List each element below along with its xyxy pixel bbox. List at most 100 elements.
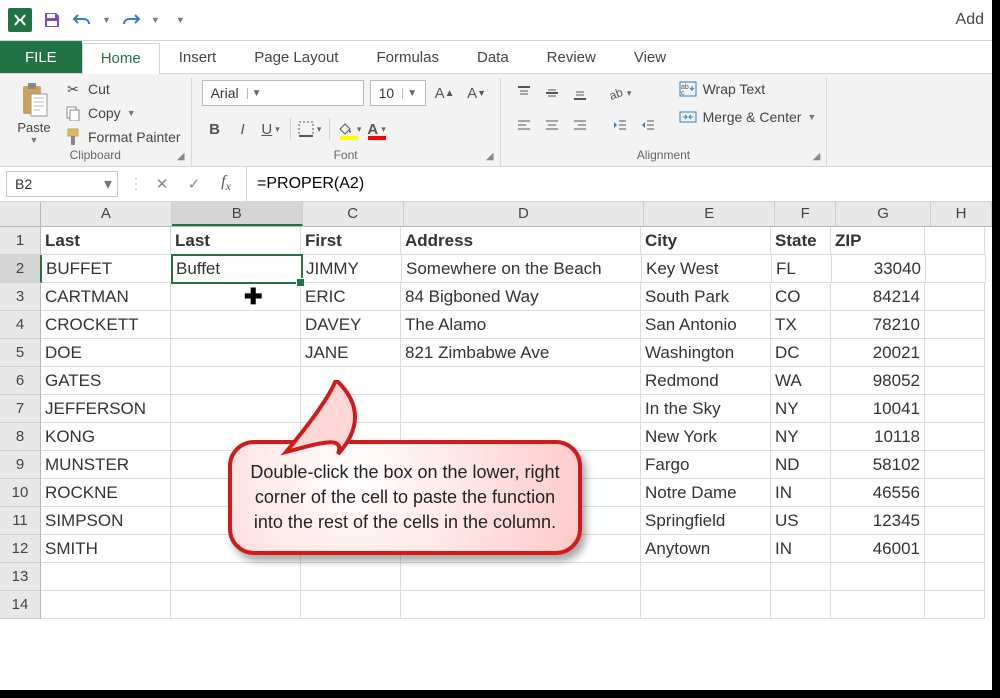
spreadsheet-grid[interactable]: ABCDEFGH1LastLastFirstAddressCityStateZI… — [0, 202, 992, 619]
cell-G10[interactable]: 46556 — [831, 479, 925, 507]
cell-E2[interactable]: Key West — [642, 255, 772, 283]
cell-G5[interactable]: 20021 — [831, 339, 925, 367]
formula-input[interactable] — [246, 167, 992, 201]
cell-H3[interactable] — [925, 283, 985, 311]
increase-font-button[interactable]: A▲ — [432, 80, 458, 106]
cell-D5[interactable]: 821 Zimbabwe Ave — [401, 339, 641, 367]
cell-F2[interactable]: FL — [772, 255, 832, 283]
cell-G11[interactable]: 12345 — [831, 507, 925, 535]
cell-G2[interactable]: 33040 — [832, 255, 926, 283]
cell-A10[interactable]: ROCKNE — [41, 479, 171, 507]
row-header-8[interactable]: 8 — [0, 423, 41, 451]
chevron-down-icon[interactable]: ▾ — [99, 174, 117, 194]
redo-button[interactable] — [121, 10, 141, 30]
cell-G13[interactable] — [831, 563, 925, 591]
tab-review[interactable]: Review — [528, 42, 615, 73]
cell-E3[interactable]: South Park — [641, 283, 771, 311]
col-header-C[interactable]: C — [303, 202, 404, 226]
col-header-A[interactable]: A — [41, 202, 172, 226]
cell-E6[interactable]: Redmond — [641, 367, 771, 395]
cell-D7[interactable] — [401, 395, 641, 423]
cell-H12[interactable] — [925, 535, 985, 563]
col-header-E[interactable]: E — [644, 202, 775, 226]
cell-A5[interactable]: DOE — [41, 339, 171, 367]
cell-B2[interactable]: Buffet — [172, 255, 302, 283]
cell-H13[interactable] — [925, 563, 985, 591]
cell-C2[interactable]: JIMMY — [302, 255, 402, 283]
cell-F9[interactable]: ND — [771, 451, 831, 479]
cell-G3[interactable]: 84214 — [831, 283, 925, 311]
cell-F1[interactable]: State — [771, 227, 831, 255]
fill-color-button[interactable] — [336, 116, 362, 142]
select-all-corner[interactable] — [0, 202, 41, 226]
cell-E4[interactable]: San Antonio — [641, 311, 771, 339]
cell-E5[interactable]: Washington — [641, 339, 771, 367]
font-size-combo[interactable]: 10 ▼ — [370, 80, 426, 106]
row-header-5[interactable]: 5 — [0, 339, 41, 367]
italic-button[interactable]: I — [230, 116, 256, 142]
wrap-text-button[interactable]: abc Wrap Text — [679, 80, 817, 98]
tab-data[interactable]: Data — [458, 42, 528, 73]
underline-button[interactable]: U — [258, 116, 284, 142]
cell-A9[interactable]: MUNSTER — [41, 451, 171, 479]
cell-E13[interactable] — [641, 563, 771, 591]
cell-A4[interactable]: CROCKETT — [41, 311, 171, 339]
borders-button[interactable] — [297, 116, 323, 142]
cell-D6[interactable] — [401, 367, 641, 395]
cell-B1[interactable]: Last — [171, 227, 301, 255]
cell-F10[interactable]: IN — [771, 479, 831, 507]
tab-file[interactable]: FILE — [0, 41, 82, 73]
cell-E12[interactable]: Anytown — [641, 535, 771, 563]
cell-B3[interactable] — [171, 283, 301, 311]
cell-B14[interactable] — [171, 591, 301, 619]
cell-H9[interactable] — [925, 451, 985, 479]
cell-A3[interactable]: CARTMAN — [41, 283, 171, 311]
cell-D2[interactable]: Somewhere on the Beach — [402, 255, 642, 283]
cell-H6[interactable] — [925, 367, 985, 395]
col-header-H[interactable]: H — [931, 202, 992, 226]
save-button[interactable] — [42, 10, 62, 30]
align-bottom-button[interactable] — [567, 80, 593, 106]
qat-customize[interactable]: ▼ — [176, 15, 185, 25]
decrease-indent-button[interactable] — [607, 112, 633, 138]
fill-handle[interactable] — [296, 278, 305, 287]
cell-F14[interactable] — [771, 591, 831, 619]
tab-view[interactable]: View — [615, 42, 685, 73]
cell-H10[interactable] — [925, 479, 985, 507]
cell-B13[interactable] — [171, 563, 301, 591]
cut-button[interactable]: ✂ Cut — [64, 80, 181, 98]
cell-C3[interactable]: ERIC — [301, 283, 401, 311]
cell-H2[interactable] — [926, 255, 986, 283]
cell-F3[interactable]: CO — [771, 283, 831, 311]
cell-B4[interactable] — [171, 311, 301, 339]
paste-button[interactable]: Paste ▼ — [10, 80, 58, 145]
cell-E9[interactable]: Fargo — [641, 451, 771, 479]
undo-dropdown[interactable]: ▼ — [102, 15, 111, 25]
cell-E1[interactable]: City — [641, 227, 771, 255]
redo-dropdown[interactable]: ▼ — [151, 15, 160, 25]
cell-G6[interactable]: 98052 — [831, 367, 925, 395]
clipboard-launcher[interactable]: ◢ — [177, 151, 185, 162]
align-center-button[interactable] — [539, 112, 565, 138]
cell-B5[interactable] — [171, 339, 301, 367]
orientation-button[interactable]: ab — [607, 80, 633, 106]
cell-A7[interactable]: JEFFERSON — [41, 395, 171, 423]
cell-E10[interactable]: Notre Dame — [641, 479, 771, 507]
cell-H1[interactable] — [925, 227, 985, 255]
cell-G14[interactable] — [831, 591, 925, 619]
cell-A2[interactable]: BUFFET — [42, 255, 172, 283]
cell-D13[interactable] — [401, 563, 641, 591]
font-name-combo[interactable]: Arial ▼ — [202, 80, 364, 106]
cell-E11[interactable]: Springfield — [641, 507, 771, 535]
row-header-6[interactable]: 6 — [0, 367, 41, 395]
col-header-F[interactable]: F — [775, 202, 836, 226]
tab-insert[interactable]: Insert — [160, 42, 236, 73]
align-right-button[interactable] — [567, 112, 593, 138]
undo-button[interactable] — [72, 10, 92, 30]
tab-formulas[interactable]: Formulas — [357, 42, 458, 73]
row-header-2[interactable]: 2 — [0, 255, 42, 283]
cell-F5[interactable]: DC — [771, 339, 831, 367]
cell-F11[interactable]: US — [771, 507, 831, 535]
row-header-9[interactable]: 9 — [0, 451, 41, 479]
cell-F12[interactable]: IN — [771, 535, 831, 563]
